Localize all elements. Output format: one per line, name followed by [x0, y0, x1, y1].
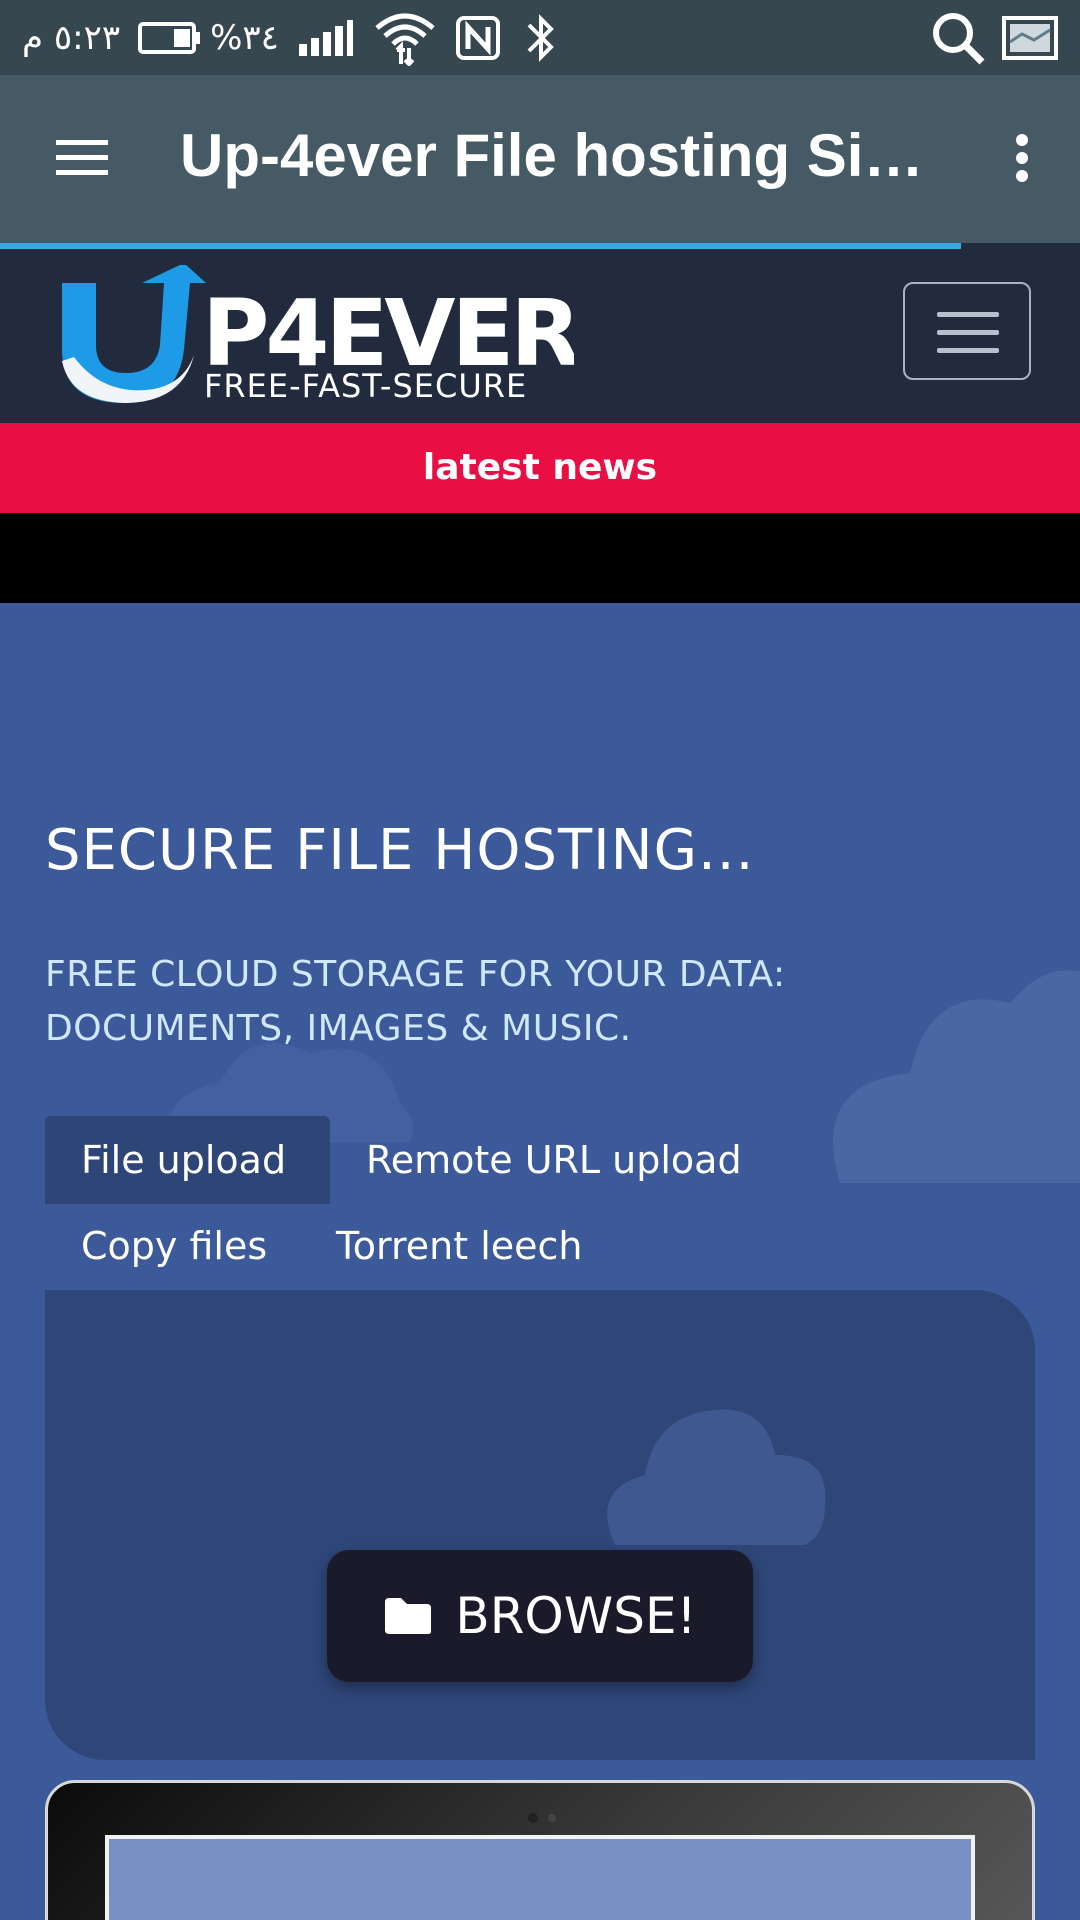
tab-file-upload[interactable]: File upload [45, 1116, 330, 1204]
hero-subheading-line1: FREE CLOUD STORAGE FOR YOUR DATA: [45, 954, 786, 995]
menu-icon[interactable] [50, 130, 114, 186]
tab-copy-files[interactable]: Copy files [45, 1202, 303, 1290]
laptop-screen [105, 1835, 975, 1920]
toggle-bar-icon [937, 330, 999, 335]
tab-remote-url-upload[interactable]: Remote URL upload [330, 1116, 778, 1204]
latest-news-bar[interactable]: latest news [0, 423, 1080, 513]
app-bar: Up-4ever File hosting Site -... [0, 75, 1080, 243]
laptop-illustration [45, 1780, 1035, 1920]
tab-torrent-leech[interactable]: Torrent leech [300, 1202, 618, 1290]
news-ticker [0, 513, 1080, 603]
search-icon[interactable] [930, 10, 986, 66]
battery-group: %٣٤ [138, 18, 279, 58]
more-options-icon[interactable] [1002, 130, 1042, 186]
hero-heading: SECURE FILE HOSTING... [45, 818, 755, 883]
toggle-bar-icon [937, 348, 999, 353]
hero-subheading: FREE CLOUD STORAGE FOR YOUR DATA: DOCUME… [45, 948, 945, 1056]
browse-button[interactable]: BROWSE! [327, 1550, 753, 1682]
browse-label: BROWSE! [455, 1587, 697, 1645]
status-right [930, 8, 1058, 68]
page-title: Up-4ever File hosting Site -... [180, 122, 940, 189]
signal-icon [298, 20, 353, 56]
battery-icon [138, 22, 201, 54]
nfc-icon [455, 16, 500, 60]
toggle-bar-icon [937, 312, 999, 317]
camera-dot [528, 1813, 538, 1823]
camera-dot [548, 1814, 556, 1822]
screenshot-icon [1002, 16, 1058, 60]
status-left: ٥:٢٣ م %٣٤ [22, 8, 563, 68]
site-logo[interactable]: P4EVER FREE-FAST-SECURE [44, 265, 574, 405]
upload-panel: BROWSE! [45, 1290, 1035, 1760]
logo-tagline: FREE-FAST-SECURE [204, 367, 527, 405]
status-time: ٥:٢٣ م [22, 18, 121, 58]
nav-toggle-button[interactable] [903, 282, 1031, 380]
site-header: P4EVER FREE-FAST-SECURE [0, 249, 1080, 423]
battery-percent: %٣٤ [210, 18, 279, 58]
cloud-icon [607, 1409, 826, 1545]
folder-icon [385, 1598, 432, 1634]
hero-subheading-line2: DOCUMENTS, IMAGES & MUSIC. [45, 1008, 632, 1049]
hero-section: SECURE FILE HOSTING... FREE CLOUD STORAG… [0, 603, 1080, 1920]
bluetooth-icon [527, 14, 554, 62]
wifi-icon [375, 13, 435, 66]
status-bar: ٥:٢٣ م %٣٤ [0, 0, 1080, 75]
